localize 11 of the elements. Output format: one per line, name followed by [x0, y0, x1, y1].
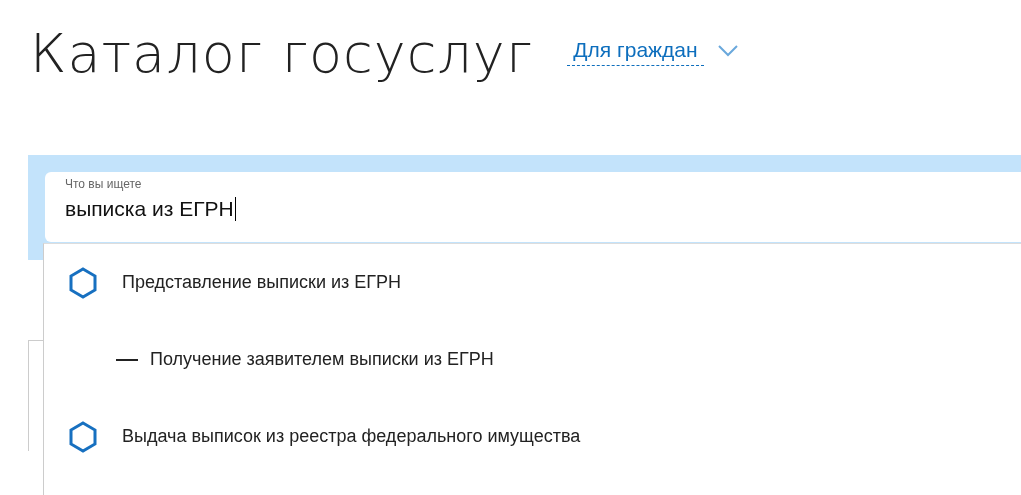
page-title: Каталог госуслуг [30, 21, 534, 85]
suggestion-item[interactable]: Представление выписки из ЕГРН [44, 244, 1021, 321]
hexagon-icon [68, 420, 98, 453]
chevron-down-icon[interactable] [717, 45, 738, 57]
suggestion-item[interactable]: Выдача выписок из реестра федерального имущества [44, 398, 1021, 475]
hexagon-icon [68, 266, 98, 299]
suggestion-item[interactable]: Получение заявителем выписки из ЕГРН [44, 321, 1021, 398]
field-value: выписка из ЕГРН [65, 197, 236, 221]
audience-dropdown[interactable]: Для граждан [567, 36, 704, 66]
search-field[interactable]: Что вы ищете выписка из ЕГРН [45, 172, 1021, 242]
field-label: Что вы ищете [65, 177, 143, 191]
